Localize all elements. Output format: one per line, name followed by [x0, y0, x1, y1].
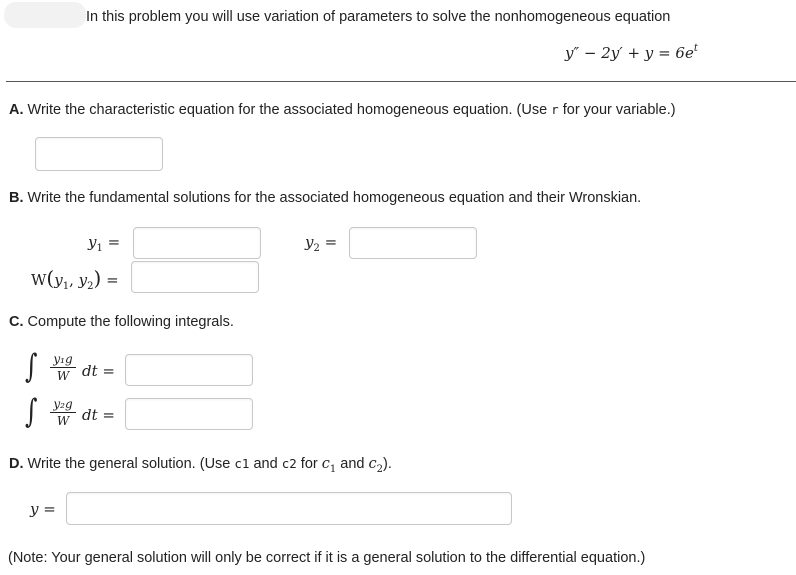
- eq-equals: =: [658, 44, 671, 62]
- part-d-text-mid: for: [296, 456, 322, 472]
- general-solution-equals: =: [43, 500, 56, 518]
- part-d-c2-letter: c: [368, 456, 377, 472]
- y2-equals: =: [324, 233, 338, 251]
- general-solution-label: y =: [30, 500, 56, 518]
- integral1-dt-text: dt: [82, 362, 98, 380]
- y2-label: y2 =: [305, 233, 338, 254]
- wronskian-y2: y: [78, 271, 88, 289]
- part-a-text: Write the characteristic equation for th…: [23, 102, 552, 118]
- wronskian-close-paren: ): [93, 266, 102, 290]
- part-c-text: Compute the following integrals.: [23, 314, 234, 330]
- header-divider: [6, 81, 796, 82]
- integral1-denominator: W: [56, 369, 70, 383]
- part-d-letter: D.: [9, 456, 24, 472]
- integral1-dt: dt =: [82, 362, 115, 380]
- part-a-prompt: A. Write the characteristic equation for…: [9, 102, 676, 118]
- part-d-c1-letter: c: [321, 456, 330, 472]
- redacted-name-mark: [4, 2, 86, 28]
- part-a-var: r: [551, 102, 559, 117]
- wronskian-y1: y: [54, 271, 63, 289]
- eq-two-y-prime: 2y′: [601, 44, 623, 62]
- part-d-c2-math: c2: [368, 456, 384, 475]
- part-d-c2-sub: 2: [376, 464, 383, 475]
- integral1-symbol: ∫: [25, 347, 38, 385]
- eq-rhs-coef: 6e: [675, 44, 694, 62]
- wronskian-label: W(y1, y2) =: [31, 266, 119, 292]
- eq-plus: +: [627, 44, 641, 62]
- wronskian-y1-sub: 1: [62, 281, 70, 292]
- eq-y: y: [644, 44, 654, 62]
- part-b-prompt: B. Write the fundamental solutions for t…: [9, 190, 641, 206]
- wronskian-w: W: [31, 271, 47, 289]
- integral2-input[interactable]: [125, 398, 253, 430]
- part-d-c1-math: c1: [321, 456, 337, 475]
- part-d-text-pre: Write the general solution. (Use: [23, 456, 235, 472]
- integral2-symbol: ∫: [25, 392, 38, 430]
- y2-sub: 2: [313, 243, 320, 254]
- integral2-fraction-bar: [50, 412, 76, 413]
- part-d-and2: and: [336, 456, 369, 472]
- wronskian-comma: ,: [69, 271, 79, 289]
- intro-text: In this problem you will use variation o…: [86, 9, 671, 25]
- part-a-letter: A.: [9, 102, 24, 118]
- part-a-text-end: for your variable.): [558, 102, 676, 118]
- part-c-prompt: C. Compute the following integrals.: [9, 314, 234, 330]
- y1-input[interactable]: [133, 227, 261, 259]
- eq-y-double-prime: y″: [565, 44, 580, 62]
- eq-rhs: 6et: [675, 43, 698, 62]
- part-d-c1-code: c1: [234, 456, 250, 471]
- wronskian-y2-sub: 2: [87, 281, 94, 292]
- eq-rhs-exp: t: [693, 43, 698, 54]
- part-d-c1-sub: 1: [329, 464, 337, 475]
- y1-label: y1 =: [88, 233, 121, 254]
- wronskian-equals: =: [106, 271, 119, 289]
- integral2-dt: dt =: [82, 406, 115, 424]
- part-d-prompt: D. Write the general solution. (Use c1 a…: [9, 456, 392, 475]
- part-b-text: Write the fundamental solutions for the …: [23, 190, 642, 206]
- eq-minus: −: [583, 44, 597, 62]
- note-text: (Note: Your general solution will only b…: [8, 550, 646, 566]
- integral2-denominator: W: [56, 414, 70, 428]
- integral1-fraction-bar: [50, 367, 76, 368]
- general-solution-input[interactable]: [66, 492, 512, 525]
- integral1-input[interactable]: [125, 354, 253, 386]
- integral2-equals: =: [102, 406, 115, 424]
- characteristic-equation-input[interactable]: [35, 137, 163, 171]
- general-solution-y: y: [30, 500, 39, 518]
- wronskian-input[interactable]: [131, 261, 259, 293]
- integral2-fraction: y₂g W: [50, 397, 76, 428]
- part-d-and1: and: [249, 456, 282, 472]
- integral1-equals: =: [102, 362, 115, 380]
- part-b-letter: B.: [9, 190, 24, 206]
- y1-sub: 1: [96, 243, 103, 254]
- y1-equals: =: [107, 233, 121, 251]
- part-d-c2-code: c2: [281, 456, 297, 471]
- integral1-numerator: y₁g: [53, 352, 73, 366]
- integral1-fraction: y₁g W: [50, 352, 76, 383]
- integral2-numerator: y₂g: [53, 397, 73, 411]
- part-d-text-end: ).: [383, 456, 392, 472]
- integral2-dt-text: dt: [82, 406, 98, 424]
- y2-input[interactable]: [349, 227, 477, 259]
- main-equation: y″ − 2y′ + y = 6et: [565, 43, 698, 62]
- part-c-letter: C.: [9, 314, 24, 330]
